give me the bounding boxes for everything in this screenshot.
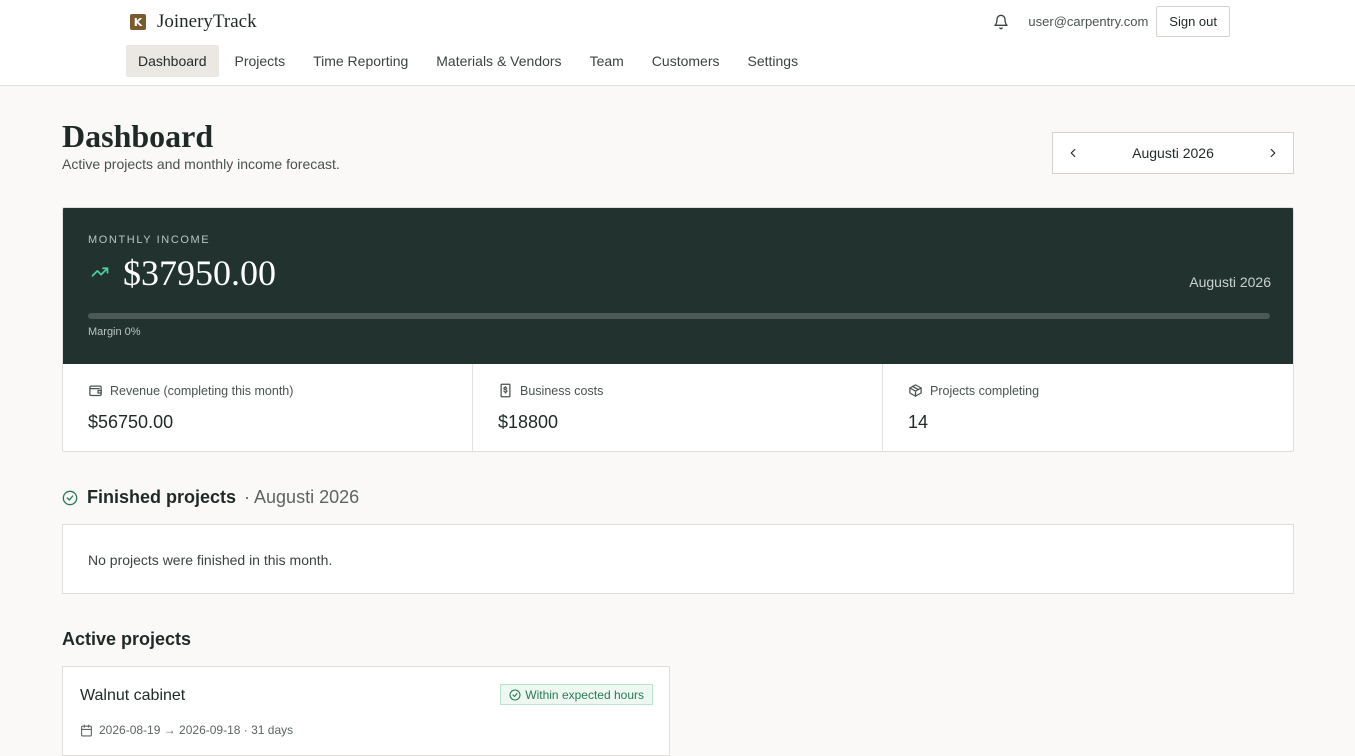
receipt-icon	[500, 383, 511, 398]
section-month: · Augusti 2026	[244, 487, 360, 507]
page-title: Dashboard	[62, 118, 214, 154]
nav-dashboard[interactable]: Dashboard	[126, 45, 219, 77]
package-icon	[909, 384, 922, 397]
stats-row: Revenue (completing this month) $56750.0…	[63, 364, 1293, 451]
month-picker: Augusti 2026	[1052, 132, 1294, 174]
nav-customers[interactable]: Customers	[640, 45, 732, 77]
header-actions: user@carpentry.com Sign out	[993, 6, 1230, 37]
wallet-icon	[89, 385, 102, 397]
logo-icon: K	[130, 14, 146, 30]
sign-out-button[interactable]: Sign out	[1156, 6, 1230, 37]
income-month: Augusti 2026	[1189, 274, 1271, 290]
empty-state-text: No projects were finished in this month.	[88, 552, 333, 568]
project-date-range: 2026-08-19 → 2026-09-18 · 31 days	[99, 723, 294, 737]
user-email: user@carpentry.com	[1028, 14, 1149, 29]
chevron-right-icon[interactable]	[1265, 145, 1281, 161]
chevron-left-icon[interactable]	[1065, 145, 1081, 161]
nav-projects[interactable]: Projects	[223, 45, 298, 77]
page-subtitle: Active projects and monthly income forec…	[62, 156, 340, 172]
income-summary: MONTHLY INCOME $37950.00 Augusti 2026 Ma…	[63, 208, 1293, 364]
active-projects-title: Active projects	[62, 629, 192, 649]
stat-label: Business costs	[520, 383, 604, 398]
income-caption: MONTHLY INCOME	[88, 234, 211, 246]
app-name: JoineryTrack	[157, 11, 257, 32]
section-title: Finished projects	[87, 487, 237, 507]
nav-materials-vendors[interactable]: Materials & Vendors	[424, 45, 573, 77]
nav-settings[interactable]: Settings	[735, 45, 810, 77]
nav-team[interactable]: Team	[578, 45, 636, 77]
finished-projects-empty: No projects were finished in this month.	[62, 524, 1294, 594]
income-card: MONTHLY INCOME $37950.00 Augusti 2026 Ma…	[62, 207, 1294, 452]
project-card[interactable]: Walnut cabinet Within expected hours 202…	[62, 666, 670, 756]
stat-value: $18800	[498, 412, 559, 432]
main-nav: Dashboard Projects Time Reporting Materi…	[126, 45, 814, 77]
margin-label: Margin 0%	[88, 326, 141, 338]
brand[interactable]: K JoineryTrack	[130, 11, 257, 33]
month-label: Augusti 2026	[1132, 145, 1214, 161]
badge-label: Within expected hours	[525, 687, 644, 702]
bell-icon[interactable]	[993, 13, 1011, 31]
stat-value: $56750.00	[88, 412, 174, 432]
stat-label: Projects completing	[930, 383, 1040, 398]
check-circle-icon	[509, 688, 521, 701]
stat-label: Revenue (completing this month)	[110, 383, 294, 398]
stat-projects-completing: Projects completing 14	[883, 364, 1293, 451]
top-bar: K JoineryTrack user@carpentry.com Sign o…	[0, 0, 1355, 86]
stat-revenue: Revenue (completing this month) $56750.0…	[63, 364, 473, 451]
project-name[interactable]: Walnut cabinet	[80, 687, 185, 705]
check-circle-icon	[62, 490, 78, 505]
margin-progress-bar	[88, 313, 1270, 319]
finished-projects-heading: Finished projects · Augusti 2026	[62, 487, 359, 508]
project-dates: 2026-08-19 → 2026-09-18 · 31 days	[80, 723, 293, 737]
calendar-icon	[81, 724, 92, 736]
trending-up-icon	[88, 263, 112, 283]
income-amount: $37950.00	[123, 253, 276, 293]
stat-business-costs: Business costs $18800	[473, 364, 883, 451]
stat-value: 14	[908, 412, 929, 432]
status-badge: Within expected hours	[500, 684, 653, 705]
nav-time-reporting[interactable]: Time Reporting	[301, 45, 420, 77]
